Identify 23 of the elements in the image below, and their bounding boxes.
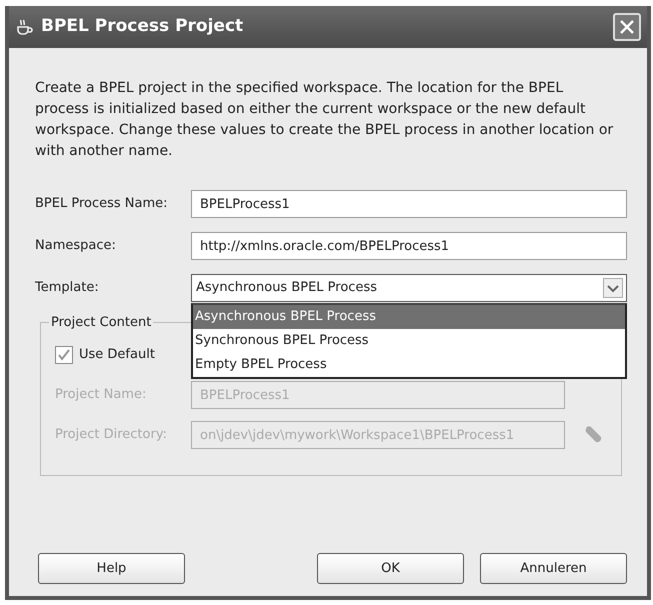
dropdown-option[interactable]: Empty BPEL Process <box>193 353 625 377</box>
field-label: Template: <box>35 279 100 298</box>
field-label: Namespace: <box>35 237 117 256</box>
field-label: Project Directory: <box>55 426 168 444</box>
checkbox-label: Use Default <box>79 346 155 364</box>
dropdown-value: Asynchronous BPEL Process <box>196 279 378 298</box>
checkmark-icon <box>57 348 71 362</box>
dialog-button[interactable]: OK <box>317 553 464 584</box>
dialog-button[interactable]: Help <box>38 553 185 584</box>
dropdown-option[interactable]: Asynchronous BPEL Process <box>193 305 625 329</box>
field-label: Project Name: <box>55 386 148 404</box>
text-field[interactable]: BPELProcess1 <box>191 190 627 218</box>
chevron-down-icon <box>603 278 623 298</box>
window-title: BPEL Process Project <box>41 15 244 38</box>
close-icon <box>619 19 635 35</box>
field-label: BPEL Process Name: <box>35 195 169 214</box>
coffee-cup-icon <box>15 18 33 36</box>
dialog-button[interactable]: Annuleren <box>480 553 627 584</box>
text-field[interactable]: http://xmlns.oracle.com/BPELProcess1 <box>191 232 627 260</box>
description-text: Create a BPEL project in the specified workspace. The location for the BPEL process is initialized based on either the current workspace or the new default workspace. Change these values to create the BPEL process in another location or with another name. <box>35 79 614 161</box>
close-button[interactable] <box>613 13 641 41</box>
checkbox[interactable] <box>55 346 73 364</box>
dropdown-option[interactable]: Synchronous BPEL Process <box>193 329 625 353</box>
